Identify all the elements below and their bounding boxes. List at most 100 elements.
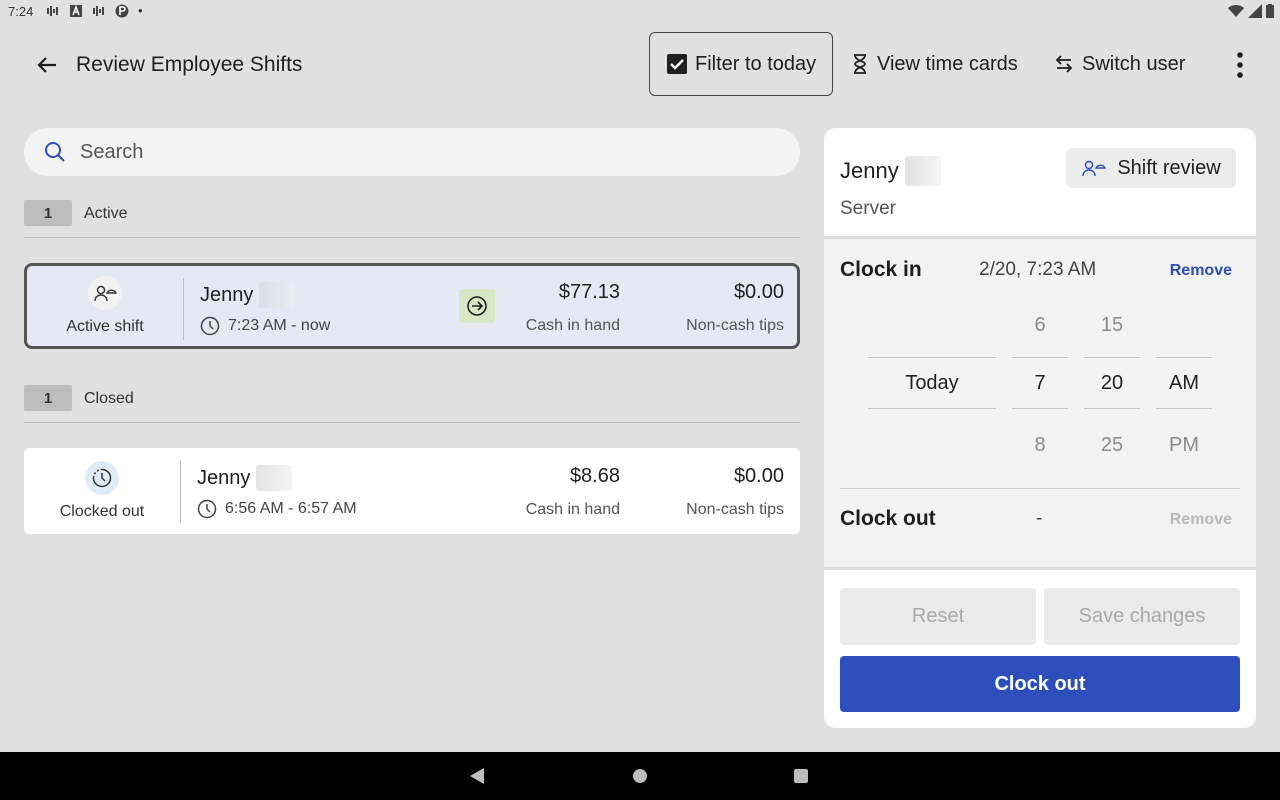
employee-name-text: Jenny	[197, 466, 251, 489]
person-shift-icon	[1082, 160, 1107, 177]
cash-in-hand-label: Cash in hand	[525, 317, 620, 334]
employee-name: Jenny	[197, 465, 293, 491]
minute-next-option[interactable]: 25	[1084, 434, 1140, 457]
section-count-badge: 1	[24, 200, 72, 226]
detail-employee-name-text: Jenny	[840, 158, 899, 183]
redacted-surname	[904, 156, 941, 186]
signal-activity-icon	[47, 5, 58, 16]
period-next-option[interactable]: PM	[1156, 434, 1212, 457]
nav-back-icon[interactable]	[470, 768, 484, 784]
nav-recents-icon[interactable]	[794, 769, 808, 783]
switch-user-button[interactable]: Switch user	[1054, 32, 1185, 96]
app-a-icon	[70, 4, 82, 17]
switch-user-label: Switch user	[1082, 52, 1186, 75]
swap-arrows-icon	[1055, 55, 1073, 73]
shift-review-button[interactable]: Shift review	[1066, 148, 1236, 188]
nav-home-icon[interactable]	[633, 769, 647, 783]
clock-icon	[200, 316, 220, 336]
wifi-icon	[1228, 4, 1244, 18]
shift-status-label: Active shift	[66, 318, 144, 335]
hour-prev-option[interactable]: 6	[1012, 314, 1068, 337]
redacted-surname	[259, 282, 296, 308]
section-label: Closed	[84, 390, 134, 407]
view-time-cards-button[interactable]: View time cards	[851, 32, 1018, 96]
cell-signal-icon	[1248, 4, 1262, 18]
search-bar[interactable]	[24, 128, 800, 176]
clock-in-value: 2/20, 7:23 AM	[979, 259, 1097, 280]
shift-card-closed[interactable]: Clocked out Jenny 6:56 AM - 6:57 AM $8.6…	[24, 448, 800, 534]
employee-role: Server	[840, 198, 896, 219]
shift-status: Active shift	[27, 266, 183, 346]
back-arrow-icon[interactable]	[34, 52, 60, 78]
non-cash-tips-label: Non-cash tips	[686, 501, 784, 518]
shift-time-range-text: 6:56 AM - 6:57 AM	[225, 500, 357, 517]
cash-in-hand-label: Cash in hand	[525, 501, 620, 518]
search-input[interactable]	[80, 140, 760, 164]
filter-to-today-button[interactable]: Filter to today	[649, 32, 833, 96]
clock-history-icon	[92, 468, 112, 488]
top-app-bar: Review Employee Shifts Filter to today V…	[0, 24, 1280, 108]
day-picker-selected[interactable]: Today	[868, 357, 996, 409]
shift-review-label: Shift review	[1117, 156, 1221, 179]
hourglass-icon	[854, 54, 866, 74]
shift-time-range: 6:56 AM - 6:57 AM	[197, 499, 357, 519]
remove-clock-in-button[interactable]: Remove	[1170, 262, 1232, 280]
battery-icon	[1266, 4, 1274, 18]
clock-in-action-button[interactable]	[459, 289, 495, 323]
app-p-icon	[115, 4, 129, 17]
section-header-active: 1 Active	[24, 200, 800, 238]
shift-time-range-text: 7:23 AM - now	[228, 317, 331, 334]
minute-picker-selected[interactable]: 20	[1084, 357, 1140, 409]
login-arrow-icon	[467, 296, 487, 316]
minute-prev-option[interactable]: 15	[1084, 314, 1140, 337]
checkbox-checked-icon[interactable]	[667, 54, 687, 74]
section-label: Active	[84, 205, 128, 222]
redacted-surname	[256, 465, 293, 491]
clock-edit-section: Clock in 2/20, 7:23 AM Remove 6 15 Today…	[824, 236, 1256, 570]
clock-out-value: -	[1036, 508, 1043, 529]
system-navigation-bar	[0, 752, 1280, 800]
section-header-closed: 1 Closed	[24, 385, 800, 423]
status-bar: 7:24 •	[0, 0, 1280, 24]
save-changes-button[interactable]: Save changes	[1044, 588, 1240, 645]
period-picker-selected[interactable]: AM	[1156, 357, 1212, 409]
view-time-cards-label: View time cards	[877, 52, 1018, 75]
notification-icons: •	[46, 3, 143, 18]
section-count-badge: 1	[24, 385, 72, 411]
hour-next-option[interactable]: 8	[1012, 434, 1068, 457]
employee-name-text: Jenny	[200, 283, 254, 306]
shift-card-active[interactable]: Active shift Jenny 7:23 AM - now $77.13 …	[24, 263, 800, 349]
cash-in-hand-value: $8.68	[569, 465, 620, 487]
person-shift-icon	[94, 285, 117, 302]
non-cash-tips-label: Non-cash tips	[686, 317, 784, 334]
remove-clock-out-button[interactable]: Remove	[1170, 511, 1232, 529]
page-title: Review Employee Shifts	[76, 53, 303, 76]
non-cash-tips-value: $0.00	[733, 465, 784, 487]
cash-in-hand-value: $77.13	[558, 281, 620, 303]
clock-in-label: Clock in	[840, 258, 922, 281]
non-cash-tips-value: $0.00	[733, 281, 784, 303]
hour-picker-selected[interactable]: 7	[1012, 357, 1068, 409]
detail-employee-name: Jenny	[840, 156, 941, 186]
more-vert-icon[interactable]	[1228, 50, 1252, 80]
shift-status-label: Clocked out	[59, 503, 145, 520]
status-icon-circle	[88, 276, 122, 310]
clock-out-label: Clock out	[840, 507, 936, 530]
clock-icon	[197, 499, 217, 519]
divider	[840, 488, 1240, 489]
status-time: 7:24	[8, 4, 34, 19]
system-status-icons	[1228, 4, 1274, 18]
clock-out-button[interactable]: Clock out	[840, 656, 1240, 712]
card-divider	[180, 460, 181, 522]
employee-name: Jenny	[200, 282, 296, 308]
shift-status: Clocked out	[24, 448, 180, 534]
filter-to-today-label: Filter to today	[695, 52, 817, 75]
more-notifications-dot: •	[138, 3, 143, 18]
card-divider	[183, 278, 184, 340]
signal-activity-icon-2	[93, 5, 104, 16]
reset-button[interactable]: Reset	[840, 588, 1036, 645]
status-icon-circle	[85, 461, 119, 495]
shift-time-range: 7:23 AM - now	[200, 316, 330, 336]
shift-detail-panel: Jenny Server Shift review Clock in 2/20,…	[824, 128, 1256, 728]
search-icon	[45, 142, 65, 162]
